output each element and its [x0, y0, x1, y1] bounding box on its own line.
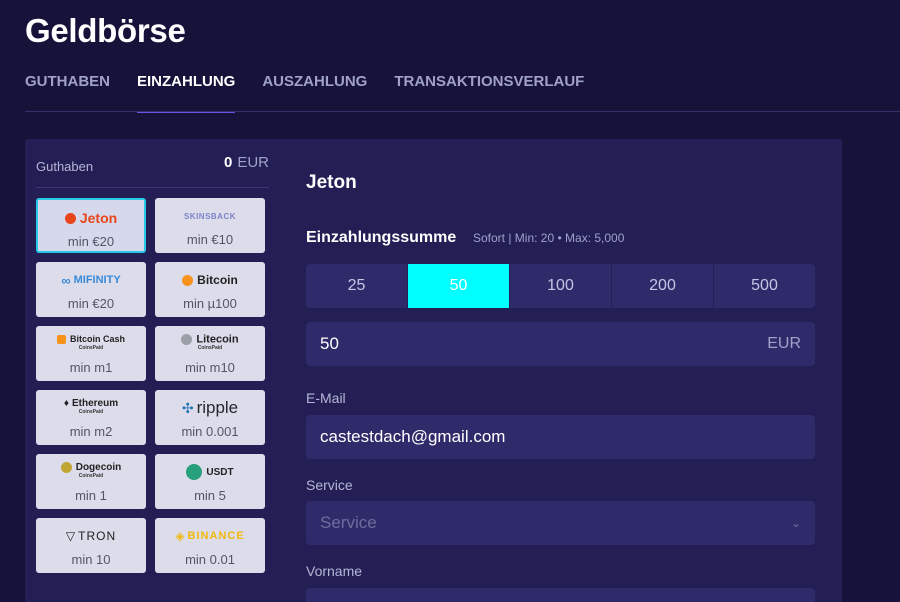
firstname-label: Vorname: [306, 563, 363, 579]
amount-option-100[interactable]: 100: [510, 264, 612, 308]
service-label: Service: [306, 477, 353, 493]
infinity-icon: ∞: [61, 272, 71, 288]
coinspaid-badge: CoinsPaid: [78, 473, 104, 480]
method-min: min 5: [194, 488, 226, 503]
usdt-logo: USDT: [186, 457, 234, 487]
binance-icon: ◈: [175, 529, 185, 543]
method-min: min €20: [67, 234, 115, 249]
amount-label: Einzahlungssumme: [306, 229, 457, 246]
method-min: min m10: [185, 360, 235, 375]
method-tron[interactable]: ▽ TRON min 10: [36, 518, 146, 573]
method-binance[interactable]: ◈ BINANCE min 0.01: [155, 518, 265, 573]
amount-hint: Sofort | Min: 20 • Max: 5,000: [473, 231, 625, 245]
page-title: Geldbörse: [25, 12, 186, 49]
method-min: min €20: [67, 296, 115, 311]
service-select[interactable]: Service ⌄: [306, 501, 815, 545]
tab-auszahlung[interactable]: AUSZAHLUNG: [262, 73, 367, 113]
method-min: min 0.01: [185, 552, 235, 567]
method-min: min µ100: [183, 296, 237, 311]
tether-icon: [186, 464, 203, 480]
method-min: min €10: [186, 232, 234, 247]
tron-logo: ▽ TRON: [65, 529, 117, 543]
balance-value: 0 EUR: [224, 154, 269, 171]
method-skinsback[interactable]: SKINSBACK min €10: [155, 198, 265, 253]
ethereum-icon: ♦: [63, 398, 69, 409]
amount-option-500[interactable]: 500: [714, 264, 815, 308]
ripple-icon: ✣: [181, 399, 194, 416]
binance-logo: ◈ BINANCE: [175, 529, 245, 543]
dogecoin-logo: Dogecoin CoinsPaid: [60, 457, 121, 487]
method-usdt[interactable]: USDT min 5: [155, 454, 265, 509]
jeton-logo: Jeton: [64, 203, 117, 233]
method-mifinity[interactable]: ∞ MIFINITY min €20: [36, 262, 146, 317]
balance-currency: EUR: [237, 154, 269, 171]
amount-options: 25 50 100 200 500: [306, 264, 815, 308]
bitcoin-cash-logo: Bitcoin Cash CoinsPaid: [56, 329, 125, 359]
method-min: min m2: [69, 424, 113, 439]
litecoin-logo: Litecoin CoinsPaid: [181, 329, 239, 359]
amount-input-value: 50: [320, 334, 339, 353]
bitcoin-logo: Bitcoin: [182, 265, 238, 295]
amount-option-50[interactable]: 50: [408, 264, 510, 308]
method-bitcoin-cash[interactable]: Bitcoin Cash CoinsPaid min m1: [36, 326, 146, 381]
balance-amount: 0: [223, 154, 233, 171]
method-jeton[interactable]: Jeton min €20: [36, 198, 146, 253]
coinspaid-badge: CoinsPaid: [78, 409, 104, 415]
firstname-field[interactable]: [306, 588, 815, 602]
service-placeholder: Service: [320, 513, 377, 532]
tab-bar: GUTHABEN EINZAHLUNG AUSZAHLUNG TRANSAKTI…: [25, 73, 611, 113]
coinspaid-badge: CoinsPaid: [197, 345, 223, 352]
method-min: min 0.001: [181, 424, 239, 439]
email-label: E-Mail: [306, 390, 346, 406]
skinsback-logo: SKINSBACK: [183, 211, 237, 221]
tab-transaktionsverlauf[interactable]: TRANSAKTIONSVERLAUF: [394, 73, 584, 113]
dogecoin-icon: [60, 461, 72, 473]
bitcoin-icon: [182, 274, 194, 286]
litecoin-icon: [181, 333, 193, 345]
bitcoin-cash-icon: [56, 335, 66, 345]
email-field[interactable]: castestdach@gmail.com: [306, 415, 815, 459]
payment-method-grid: Jeton min €20 SKINSBACK min €10 ∞ MIFINI…: [36, 198, 267, 573]
tab-einzahlung[interactable]: EINZAHLUNG: [137, 73, 236, 113]
tab-guthaben[interactable]: GUTHABEN: [25, 73, 110, 113]
method-bitcoin[interactable]: Bitcoin min µ100: [155, 262, 265, 317]
method-title: Jeton: [306, 172, 357, 193]
method-dogecoin[interactable]: Dogecoin CoinsPaid min 1: [36, 454, 146, 509]
tab-divider: [25, 111, 900, 112]
method-min: min 1: [75, 488, 107, 503]
amount-input[interactable]: 50 EUR: [306, 322, 815, 366]
balance-row: Guthaben 0 EUR: [36, 154, 269, 188]
method-ripple[interactable]: ✣ ripple min 0.001: [155, 390, 265, 445]
jeton-icon: [64, 212, 76, 224]
method-ethereum[interactable]: ♦ Ethereum CoinsPaid min m2: [36, 390, 146, 445]
email-value: castestdach@gmail.com: [320, 427, 506, 446]
amount-currency: EUR: [767, 335, 801, 352]
deposit-panel: Guthaben 0 EUR Jeton min €20 SKINSBACK mi…: [25, 139, 842, 602]
mifinity-logo: ∞ MIFINITY: [61, 272, 121, 288]
amount-option-200[interactable]: 200: [612, 264, 714, 308]
balance-label: Guthaben: [36, 159, 94, 174]
tron-icon: ▽: [65, 529, 76, 543]
ethereum-logo: ♦ Ethereum CoinsPaid: [64, 393, 118, 423]
method-min: min m1: [69, 360, 113, 375]
method-min: min 10: [71, 552, 111, 567]
ripple-logo: ✣ ripple: [181, 398, 239, 417]
amount-option-25[interactable]: 25: [306, 264, 408, 308]
chevron-down-icon: ⌄: [790, 516, 801, 530]
coinspaid-badge: CoinsPaid: [78, 345, 104, 351]
method-litecoin[interactable]: Litecoin CoinsPaid min m10: [155, 326, 265, 381]
